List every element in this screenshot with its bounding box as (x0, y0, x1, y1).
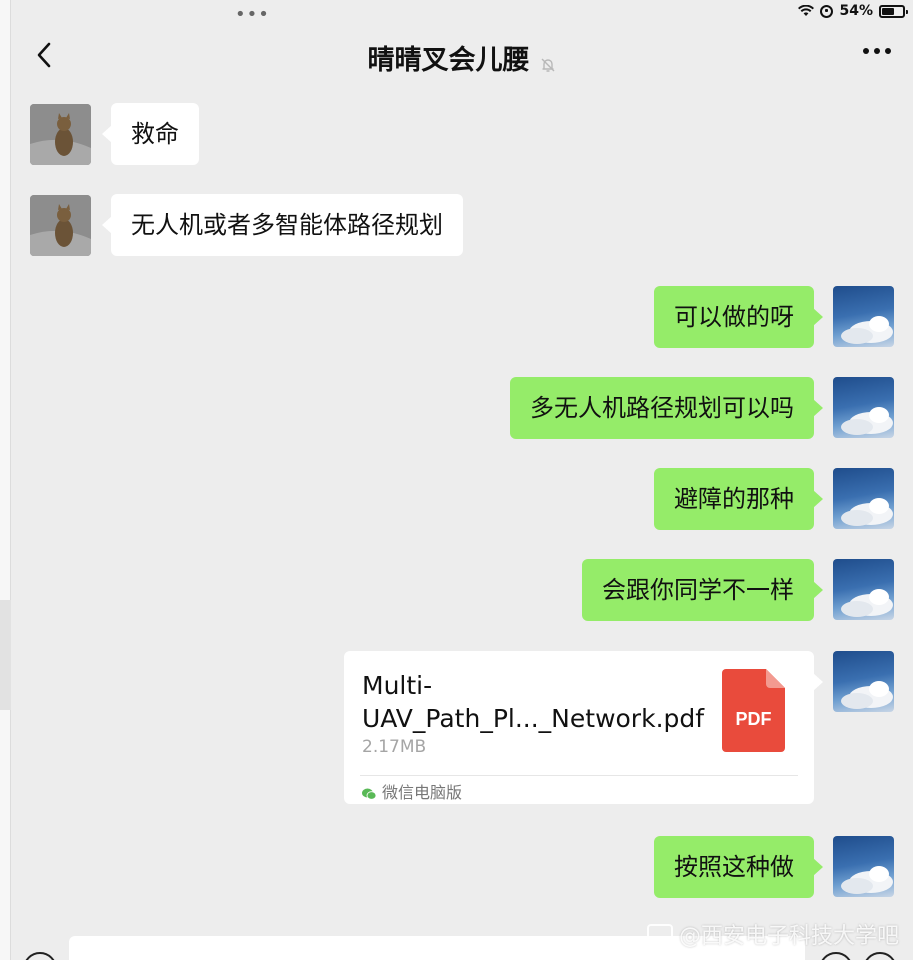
watermark-logo-icon (646, 924, 673, 944)
file-source: 微信电脑版 (362, 779, 462, 803)
battery-percent: 54% (839, 3, 873, 19)
more-icon[interactable] (863, 48, 891, 54)
avatar[interactable] (833, 286, 894, 347)
avatar[interactable] (833, 377, 894, 438)
avatar[interactable] (833, 836, 894, 897)
emoji-button[interactable] (819, 952, 853, 960)
avatar[interactable] (833, 651, 894, 712)
battery-icon (879, 4, 908, 18)
message-bubble-outgoing[interactable]: 按照这种做 (654, 836, 823, 898)
message-bubble-outgoing[interactable]: 多无人机路径规划可以吗 (510, 377, 823, 439)
file-name: Multi- UAV_Path_Pl..._Network.pdf (362, 671, 705, 733)
watermark: @西安电子科技大学吧 (646, 918, 899, 950)
file-size: 2.17MB (362, 737, 427, 757)
add-button[interactable] (863, 952, 897, 960)
multitask-dots[interactable]: ••• (235, 4, 270, 25)
pdf-type-label: PDF (735, 709, 772, 729)
avatar[interactable] (833, 468, 894, 529)
watermark-text: @西安电子科技大学吧 (678, 924, 899, 949)
lock-rotation-icon (820, 4, 834, 18)
wifi-icon (798, 5, 815, 17)
mute-bell-icon (539, 56, 557, 74)
file-message-card[interactable]: Multi- UAV_Path_Pl..._Network.pdf 2.17MB… (344, 651, 823, 804)
wechat-icon (362, 785, 377, 800)
message-bubble-incoming[interactable]: 无人机或者多智能体路径规划 (102, 194, 463, 256)
message-bubble-outgoing[interactable]: 可以做的呀 (654, 286, 823, 348)
message-bubble-incoming[interactable]: 救命 (102, 103, 199, 165)
left-edge-strip (0, 0, 11, 960)
divider (360, 775, 798, 776)
message-bubble-outgoing[interactable]: 避障的那种 (654, 468, 823, 530)
avatar[interactable] (833, 559, 894, 620)
pdf-icon: PDF (722, 669, 785, 752)
voice-button[interactable] (23, 952, 57, 960)
status-bar: ••• 54% (11, 0, 913, 28)
chat-title: 晴晴叉会儿腰 (367, 45, 530, 76)
chat-header: 晴晴叉会儿腰 (11, 28, 913, 86)
avatar[interactable] (30, 195, 91, 256)
file-source-label: 微信电脑版 (382, 783, 463, 802)
status-indicators: 54% (798, 3, 908, 19)
avatar[interactable] (30, 104, 91, 165)
message-bubble-outgoing[interactable]: 会跟你同学不一样 (582, 559, 823, 621)
